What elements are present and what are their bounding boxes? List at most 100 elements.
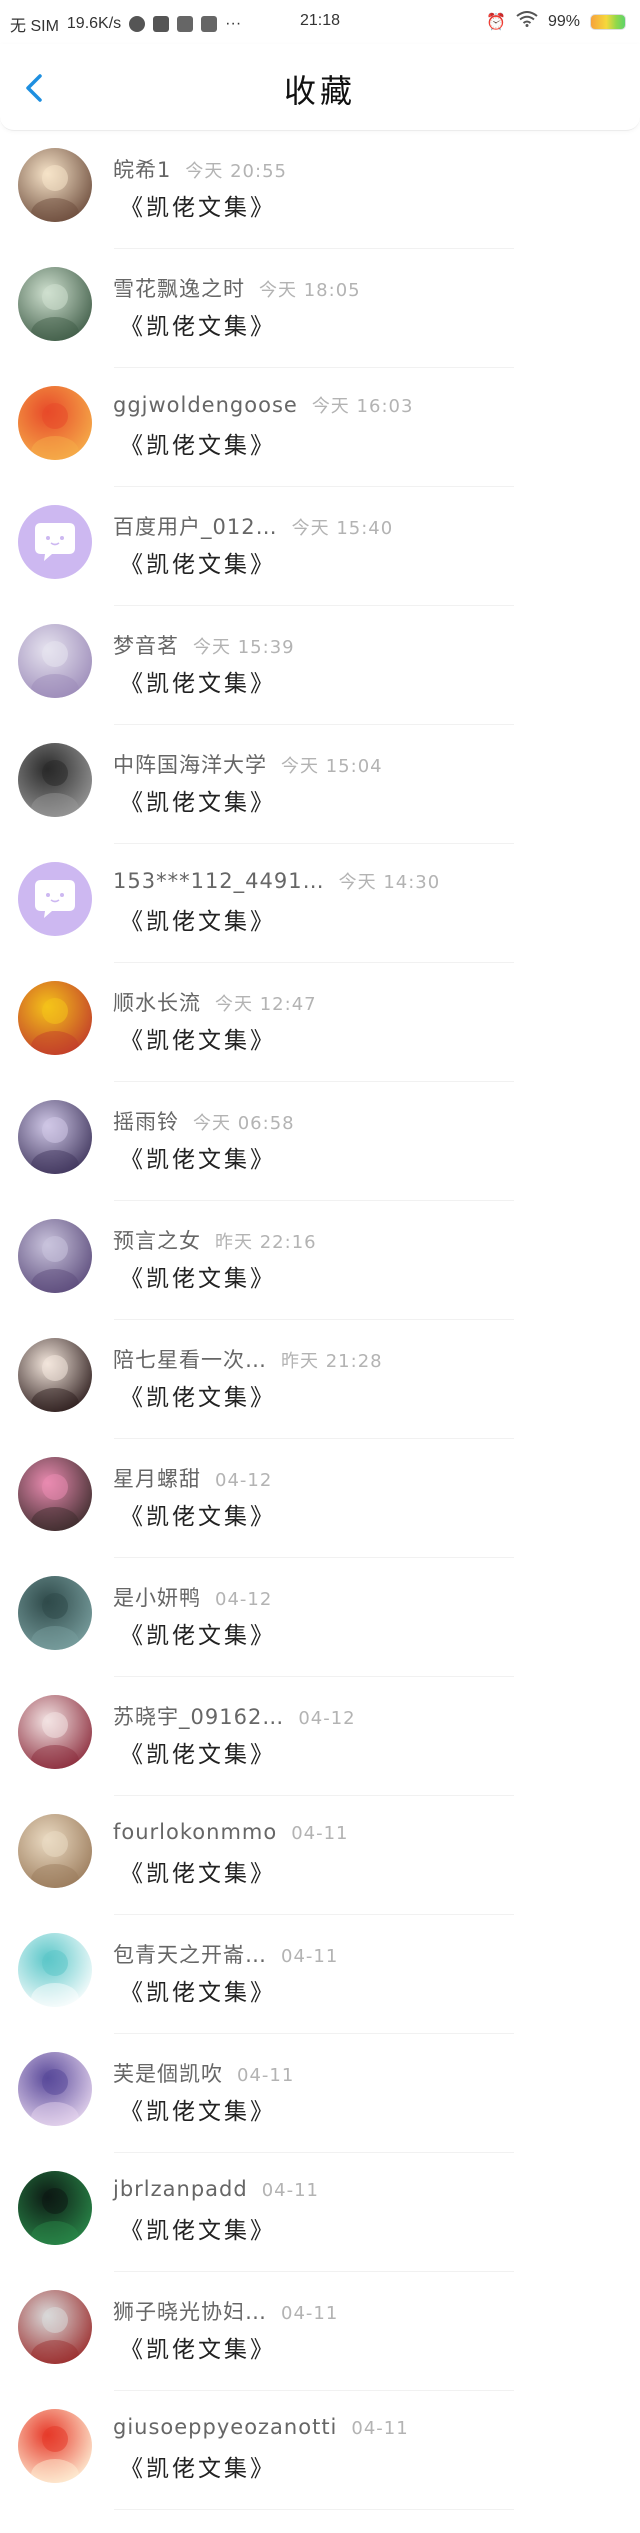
collection-title[interactable]: 《凯佬文集》 [120, 1259, 276, 1293]
avatar[interactable] [18, 1695, 92, 1769]
user-name[interactable]: 苏晓宇_09162… [113, 1705, 284, 1729]
user-name[interactable]: 梦音茗 [113, 634, 179, 658]
user-name[interactable]: 百度用户_012… [113, 515, 278, 539]
avatar[interactable] [18, 2052, 92, 2126]
user-name[interactable]: 雪花飘逸之时 [113, 277, 245, 301]
avatar[interactable] [18, 1338, 92, 1412]
collection-title[interactable]: 《凯佬文集》 [120, 1021, 276, 1055]
collection-title[interactable]: 《凯佬文集》 [120, 2211, 276, 2245]
avatar[interactable] [18, 1100, 92, 1174]
user-name[interactable]: 星月螺甜 [113, 1467, 201, 1491]
avatar[interactable] [18, 386, 92, 460]
item-meta: 狮子晓光协妇… 04-11 [113, 2296, 338, 2326]
list-item[interactable]: 陪七星看一次… 昨天 21:28 《凯佬文集》 [0, 1320, 640, 1439]
collection-title[interactable]: 《凯佬文集》 [120, 1854, 276, 1888]
list-item[interactable]: fourlokonmmo 04-11 《凯佬文集》 [0, 1796, 640, 1915]
item-meta: 预言之女 昨天 22:16 [113, 1225, 317, 1255]
avatar[interactable] [18, 1576, 92, 1650]
list-item[interactable]: jbrlzanpadd 04-11 《凯佬文集》 [0, 2153, 640, 2272]
user-name[interactable]: 中阵国海洋大学 [113, 753, 267, 777]
user-name[interactable]: 陪七星看一次… [113, 1348, 267, 1372]
collection-title[interactable]: 《凯佬文集》 [120, 1497, 276, 1531]
clock: 21:18 [300, 12, 341, 29]
avatar[interactable] [18, 2409, 92, 2483]
user-name[interactable]: 顺水长流 [113, 991, 201, 1015]
page-title: 收藏 [283, 72, 356, 110]
avatar[interactable] [18, 1219, 92, 1293]
list-item[interactable]: 包青天之开崙… 04-11 《凯佬文集》 [0, 1915, 640, 2034]
avatar[interactable] [18, 624, 92, 698]
collection-title[interactable]: 《凯佬文集》 [120, 902, 276, 936]
collection-title[interactable]: 《凯佬文集》 [120, 1140, 276, 1174]
collection-title[interactable]: 《凯佬文集》 [120, 188, 276, 222]
person-photo-image [18, 1695, 92, 1769]
collection-title[interactable]: 《凯佬文集》 [120, 664, 276, 698]
avatar[interactable] [18, 267, 92, 341]
divider [114, 2509, 514, 2510]
collection-title[interactable]: 《凯佬文集》 [120, 1973, 276, 2007]
item-meta: 苏晓宇_09162… 04-12 [113, 1701, 356, 1731]
user-name[interactable]: ggjwoldengoose [113, 393, 298, 417]
user-name[interactable]: 预言之女 [113, 1229, 201, 1253]
user-name[interactable]: 摇雨铃 [113, 1110, 179, 1134]
user-name[interactable]: fourlokonmmo [113, 1820, 277, 1844]
avatar[interactable] [18, 1814, 92, 1888]
list-item[interactable]: ggjwoldengoose 今天 16:03 《凯佬文集》 [0, 368, 640, 487]
list-item[interactable]: 是小妍鸭 04-12 《凯佬文集》 [0, 1558, 640, 1677]
collection-title[interactable]: 《凯佬文集》 [120, 1378, 276, 1412]
list-item[interactable]: 星月螺甜 04-12 《凯佬文集》 [0, 1439, 640, 1558]
item-meta: 包青天之开崙… 04-11 [113, 1939, 338, 1969]
timestamp: 今天 16:03 [311, 396, 414, 417]
user-name[interactable]: 皖希1 [113, 158, 171, 182]
list-item[interactable]: 苏晓宇_09162… 04-12 《凯佬文集》 [0, 1677, 640, 1796]
list-item[interactable]: 预言之女 昨天 22:16 《凯佬文集》 [0, 1201, 640, 1320]
timestamp: 04-11 [351, 2418, 409, 2439]
user-name[interactable]: 狮子晓光协妇… [113, 2300, 267, 2324]
list-item[interactable]: 顺水长流 今天 12:47 《凯佬文集》 [0, 963, 640, 1082]
avatar[interactable] [18, 743, 92, 817]
avatar[interactable] [18, 862, 92, 936]
user-name[interactable]: 是小妍鸭 [113, 1586, 201, 1610]
user-name[interactable]: jbrlzanpadd [113, 2177, 248, 2201]
user-name[interactable]: giusoeppyeozanotti [113, 2415, 337, 2439]
collection-title[interactable]: 《凯佬文集》 [120, 2330, 276, 2364]
user-name[interactable]: 153***112_4491… [113, 869, 325, 893]
list-item[interactable]: 雪花飘逸之时 今天 18:05 《凯佬文集》 [0, 249, 640, 368]
avatar[interactable] [18, 148, 92, 222]
collection-title[interactable]: 《凯佬文集》 [120, 2092, 276, 2126]
network-speed: 19.6K/s [66, 15, 122, 32]
avatar[interactable] [18, 1933, 92, 2007]
collection-title[interactable]: 《凯佬文集》 [120, 1616, 276, 1650]
list-item[interactable]: 百度用户_012… 今天 15:40 《凯佬文集》 [0, 487, 640, 606]
app-notification-icon [153, 16, 170, 32]
user-name[interactable]: 包青天之开崙… [113, 1943, 267, 1967]
avatar[interactable] [18, 981, 92, 1055]
collection-title[interactable]: 《凯佬文集》 [120, 2449, 276, 2483]
collection-title[interactable]: 《凯佬文集》 [120, 783, 276, 817]
avatar[interactable] [18, 2171, 92, 2245]
avatar[interactable] [18, 1457, 92, 1531]
list-item[interactable]: 摇雨铃 今天 06:58 《凯佬文集》 [0, 1082, 640, 1201]
item-meta: 153***112_4491… 今天 14:30 [113, 868, 440, 894]
item-meta: 顺水长流 今天 12:47 [113, 987, 317, 1017]
avatar[interactable] [18, 2290, 92, 2364]
black-white-photo-image [18, 743, 92, 817]
list-item[interactable]: 皖希1 今天 20:55 《凯佬文集》 [0, 130, 640, 249]
list-item[interactable]: 153***112_4491… 今天 14:30 《凯佬文集》 [0, 844, 640, 963]
item-meta: 中阵国海洋大学 今天 15:04 [113, 749, 383, 779]
avatar[interactable] [18, 505, 92, 579]
item-meta: 星月螺甜 04-12 [113, 1463, 272, 1493]
user-name[interactable]: 芙是個凯吹 [113, 2062, 223, 2086]
collection-title[interactable]: 《凯佬文集》 [120, 1735, 276, 1769]
list-item[interactable]: 中阵国海洋大学 今天 15:04 《凯佬文集》 [0, 725, 640, 844]
timestamp: 04-11 [237, 2065, 295, 2086]
collection-title[interactable]: 《凯佬文集》 [120, 307, 276, 341]
list-item[interactable]: 梦音茗 今天 15:39 《凯佬文集》 [0, 606, 640, 725]
collection-title[interactable]: 《凯佬文集》 [120, 426, 276, 460]
list-item[interactable]: 狮子晓光协妇… 04-11 《凯佬文集》 [0, 2272, 640, 2391]
collection-title[interactable]: 《凯佬文集》 [120, 545, 276, 579]
red-cap-cartoon-image [18, 2409, 92, 2483]
list-item[interactable]: giusoeppyeozanotti 04-11 《凯佬文集》 [0, 2391, 640, 2510]
timestamp: 04-11 [281, 1946, 339, 1967]
list-item[interactable]: 芙是個凯吹 04-11 《凯佬文集》 [0, 2034, 640, 2153]
